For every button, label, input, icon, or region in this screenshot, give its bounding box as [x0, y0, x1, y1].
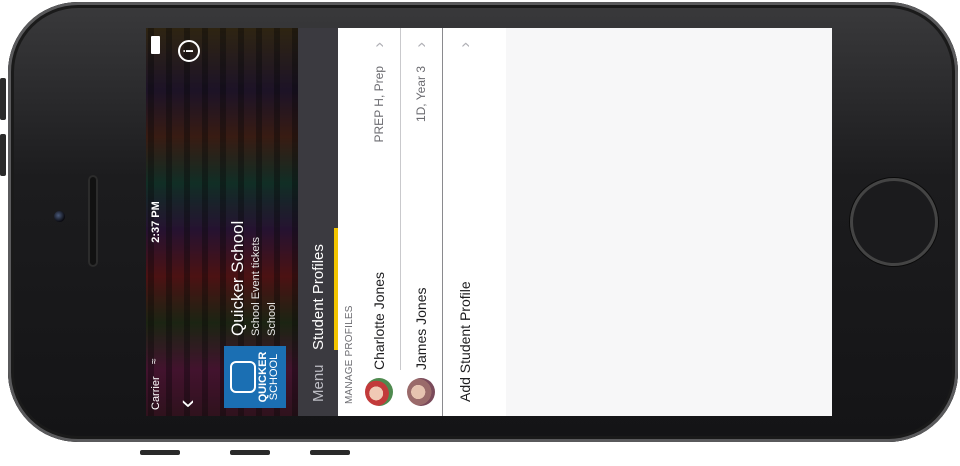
volume-button — [0, 134, 6, 176]
side-button — [230, 450, 270, 455]
profile-row[interactable]: James Jones 1D, Year 3 › — [402, 28, 442, 416]
app-category: School — [266, 302, 278, 336]
earpiece-speaker — [88, 175, 98, 267]
chevron-right-icon: › — [369, 42, 388, 48]
section-header: MANAGE PROFILES — [344, 305, 355, 404]
chevron-right-icon: › — [411, 42, 430, 48]
back-chevron-icon[interactable]: ‹ — [171, 399, 201, 408]
side-button — [310, 450, 350, 455]
app-title: Quicker School — [228, 220, 247, 336]
app-subtitle: School Event tickets — [250, 236, 262, 336]
status-time: 2:37 PM — [150, 201, 162, 243]
tab-menu[interactable]: Menu — [310, 364, 327, 402]
info-icon[interactable]: i — [178, 40, 200, 62]
divider — [442, 28, 443, 416]
logo-text-line2: SCHOOL — [268, 353, 280, 401]
phone-screen: Carrier ≈ 2:37 PM ‹ i QUICKER SCHOOL Qui… — [146, 28, 832, 416]
content-background — [506, 28, 832, 416]
divider — [400, 28, 401, 370]
tab-student-profiles[interactable]: Student Profiles — [310, 244, 327, 350]
tab-bar: Menu Student Profiles — [298, 28, 338, 416]
profile-name: James Jones — [413, 287, 429, 370]
add-student-profile-row[interactable]: Add Student Profile › — [446, 28, 486, 416]
app-logo: QUICKER SCHOOL — [224, 346, 286, 408]
avatar — [365, 378, 393, 406]
profile-class: PREP H, Prep — [372, 66, 386, 143]
profile-name: Charlotte Jones — [371, 271, 387, 370]
front-camera — [54, 211, 65, 222]
home-button[interactable] — [850, 178, 938, 266]
profiles-list: MANAGE PROFILES Charlotte Jones PREP H, … — [338, 28, 506, 416]
chevron-right-icon: › — [455, 42, 474, 48]
add-student-profile-label: Add Student Profile — [457, 281, 473, 402]
profile-row[interactable]: Charlotte Jones PREP H, Prep › — [360, 28, 400, 416]
side-button — [140, 450, 180, 455]
avatar — [407, 378, 435, 406]
logo-graduation-icon — [230, 361, 256, 393]
app-view: Carrier ≈ 2:37 PM ‹ i QUICKER SCHOOL Qui… — [146, 28, 832, 416]
battery-icon — [151, 36, 160, 54]
profile-class: 1D, Year 3 — [414, 66, 428, 123]
volume-button — [0, 78, 6, 120]
status-bar: Carrier ≈ 2:37 PM — [146, 28, 166, 416]
